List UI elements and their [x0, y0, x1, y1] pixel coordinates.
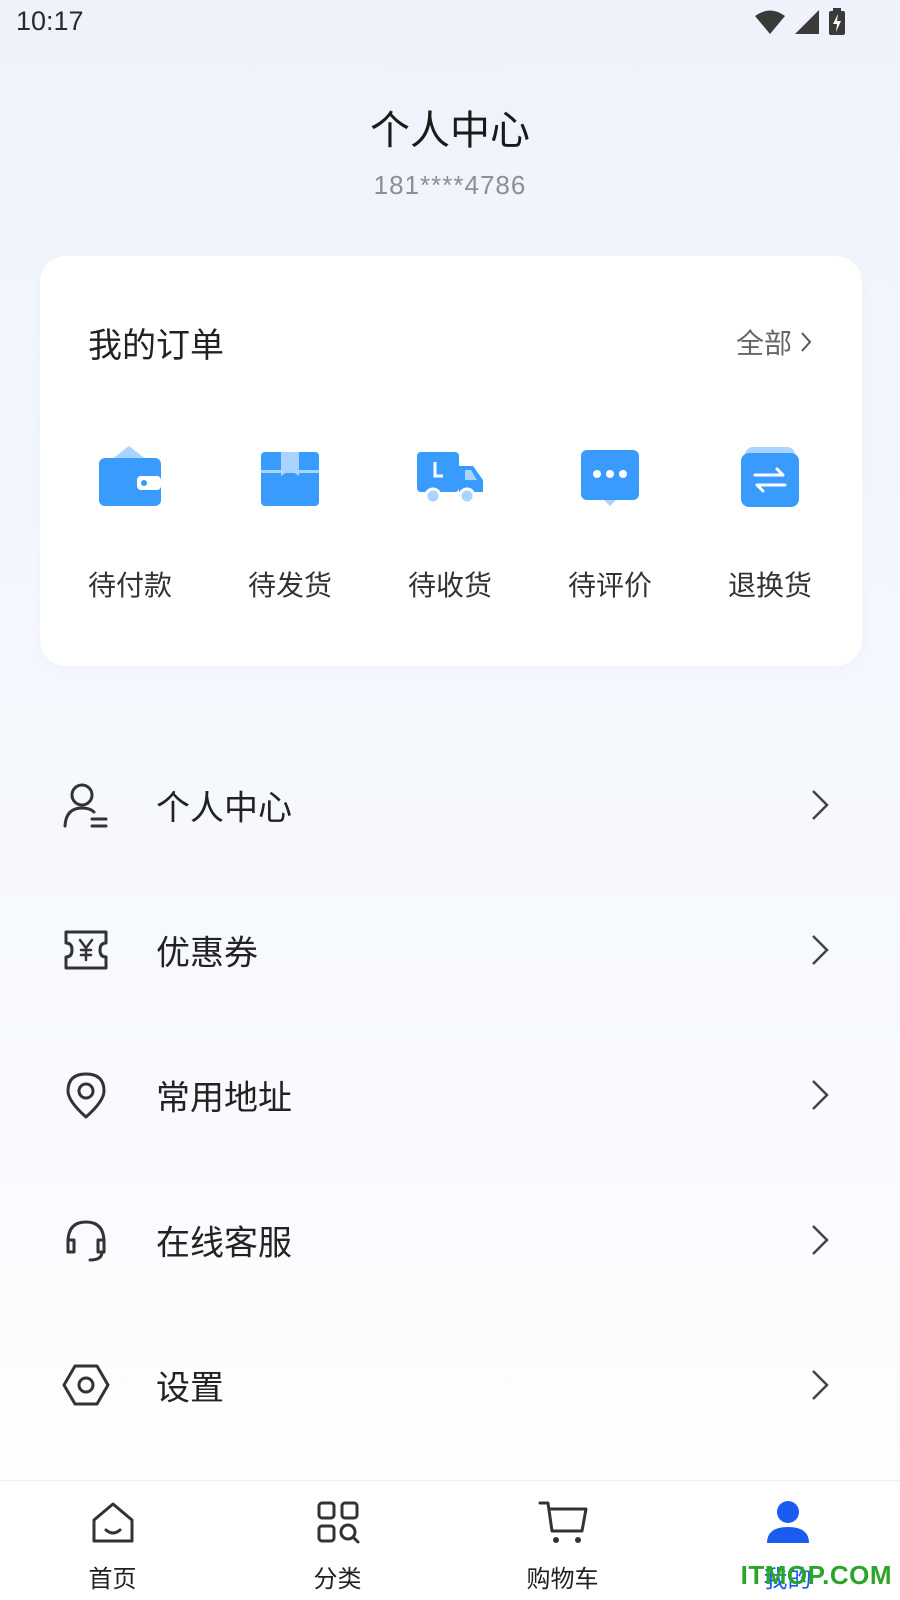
- chat-icon: [574, 442, 646, 514]
- order-item-return-exchange[interactable]: 退换货: [690, 442, 850, 604]
- category-icon: [313, 1497, 363, 1547]
- tab-label: 首页: [88, 1565, 137, 1593]
- settings-icon: [60, 1359, 112, 1411]
- truck-icon: [414, 442, 486, 514]
- order-item-pending-review[interactable]: 待评价: [530, 442, 690, 604]
- signal-icon: [795, 10, 819, 34]
- menu-item-label: 优惠券: [156, 933, 258, 973]
- menu-item-customer-service[interactable]: 在线客服: [0, 1167, 900, 1312]
- order-item-label: 待发货: [247, 569, 332, 602]
- profile-icon: [763, 1497, 813, 1547]
- chevron-right-icon: [801, 332, 812, 352]
- chevron-right-icon: [812, 1224, 829, 1255]
- order-item-label: 待付款: [87, 569, 172, 602]
- menu-item-label: 在线客服: [156, 1223, 292, 1263]
- menu-item-label: 设置: [156, 1368, 224, 1408]
- battery-icon: [829, 8, 845, 35]
- order-item-pending-payment[interactable]: 待付款: [50, 442, 210, 604]
- package-icon: [254, 442, 326, 514]
- wallet-icon: [94, 442, 166, 514]
- user-phone: 181****4786: [373, 170, 527, 200]
- order-card: 我的订单 全部 待付款 待发货 待收货 待评价 退换货: [40, 256, 862, 666]
- order-item-label: 待评价: [567, 569, 652, 602]
- watermark: ITMOP.COM: [740, 1560, 892, 1590]
- view-all-label: 全部: [735, 327, 792, 360]
- page-title: 个人中心: [370, 108, 530, 154]
- status-time: 10:17: [16, 6, 84, 36]
- menu-item-settings[interactable]: 设置: [0, 1312, 900, 1457]
- order-item-pending-shipment[interactable]: 待发货: [210, 442, 370, 604]
- coupon-icon: [60, 924, 112, 976]
- tab-label: 分类: [313, 1565, 362, 1593]
- menu-item-label: 个人中心: [156, 788, 292, 828]
- menu-list: 个人中心 优惠券 常用地址 在线客服 设置: [0, 732, 900, 1457]
- tab-label: 购物车: [526, 1565, 599, 1593]
- menu-item-coupons[interactable]: 优惠券: [0, 877, 900, 1022]
- menu-item-label: 常用地址: [156, 1078, 292, 1118]
- tab-cart[interactable]: 购物车: [450, 1481, 675, 1600]
- menu-item-profile[interactable]: 个人中心: [0, 732, 900, 877]
- chevron-right-icon: [812, 934, 829, 965]
- chevron-right-icon: [812, 789, 829, 820]
- tab-home[interactable]: 首页: [0, 1481, 225, 1600]
- wifi-icon: [755, 10, 785, 34]
- menu-item-addresses[interactable]: 常用地址: [0, 1022, 900, 1167]
- view-all-orders-link[interactable]: 全部: [736, 322, 812, 362]
- order-section-title: 我的订单: [88, 326, 224, 366]
- tab-category[interactable]: 分类: [225, 1481, 450, 1600]
- location-icon: [60, 1069, 112, 1121]
- user-icon: [60, 779, 112, 831]
- chevron-right-icon: [812, 1079, 829, 1110]
- order-item-pending-receipt[interactable]: 待收货: [370, 442, 530, 604]
- chevron-right-icon: [812, 1369, 829, 1400]
- order-status-list: 待付款 待发货 待收货 待评价 退换货: [40, 442, 862, 604]
- exchange-icon: [734, 442, 806, 514]
- cart-icon: [538, 1497, 588, 1547]
- order-item-label: 退换货: [727, 569, 812, 602]
- status-bar: 10:17: [0, 0, 900, 50]
- home-icon: [88, 1497, 138, 1547]
- status-icons: [754, 8, 846, 36]
- order-item-label: 待收货: [407, 569, 492, 602]
- headset-icon: [60, 1214, 112, 1266]
